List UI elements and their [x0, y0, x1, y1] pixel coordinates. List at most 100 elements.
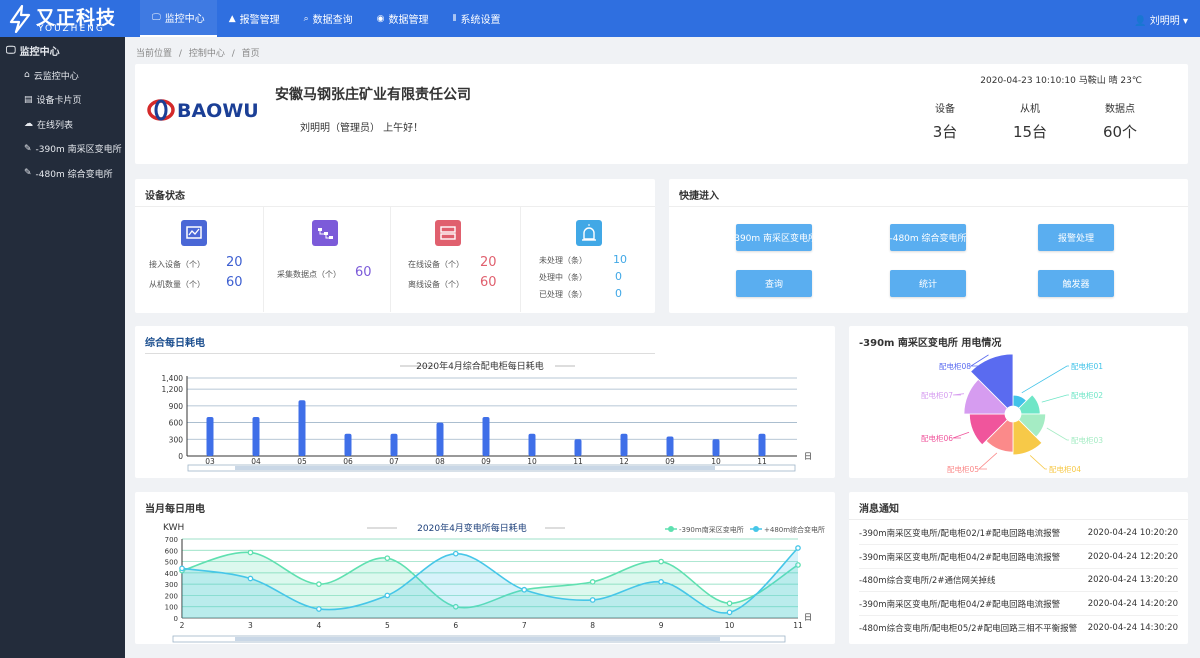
- y-tick-label: 500: [165, 559, 178, 567]
- stat-label: 未处理（条）: [539, 256, 587, 265]
- slice-label: 配电柜01: [1071, 361, 1103, 371]
- daily-consumption-panel: 综合每日耗电 2020年4月综合配电柜每日耗电 0 300 600 900 1,200 1,…: [135, 326, 835, 478]
- nav-monitor[interactable]: 🖵 监控中心: [140, 0, 217, 37]
- slice-label: 配电柜03: [1071, 435, 1103, 445]
- message-item[interactable]: -390m南采区变电所/配电柜02/1#配电回路电流报警 2020-04-24 1…: [859, 521, 1178, 545]
- data-point: [658, 579, 664, 585]
- card-icon: ▤: [24, 94, 33, 105]
- line-chart: KWH 2020年4月变电所每日耗电 -390m南采区变电所 +480m综合变电所 0 1…: [163, 522, 825, 643]
- message-text: -390m南采区变电所/配电柜04/2#配电回路电流报警: [859, 599, 1061, 610]
- quick-480m-button[interactable]: -480m 综合变电所: [889, 224, 967, 251]
- sidebar-item-480m[interactable]: ✎ -480m 综合变电所: [0, 161, 125, 186]
- y-tick-label: 400: [165, 570, 178, 578]
- x-tick-label: 7: [522, 621, 527, 630]
- nav-alarm[interactable]: ▲ 报警管理: [217, 0, 292, 37]
- slice-label: 配电柜02: [1071, 390, 1103, 400]
- stat-label: 从机: [1020, 104, 1040, 115]
- quick-390m-button[interactable]: -390m 南采区变电所: [731, 224, 817, 251]
- sidebar-header[interactable]: 🖵 监控中心: [0, 37, 125, 63]
- y-axis-label: KWH: [163, 523, 184, 533]
- user-name: 刘明明: [1149, 16, 1180, 27]
- y-tick-label: 600: [165, 547, 178, 555]
- bar: [206, 417, 214, 456]
- sidebar-item-label: -390m 南采区变电所: [35, 145, 122, 156]
- data-point: [316, 606, 322, 612]
- y-tick-label: 100: [165, 604, 178, 612]
- stat-value: 10: [613, 253, 627, 266]
- sidebar-item-online-list[interactable]: ☁ 在线列表: [0, 112, 125, 137]
- data-point: [589, 597, 596, 603]
- nav-data[interactable]: ◉ 数据管理: [365, 0, 441, 37]
- alarm-icon: ▲: [228, 13, 236, 24]
- main-nav: 🖵 监控中心 ▲ 报警管理 ⌕ 数据查询 ◉ 数据管理 ⦀ 系统设置: [140, 0, 512, 37]
- stat-value: 60: [355, 265, 372, 280]
- substation-usage-panel: -390m 南采区变电所 用电情况 配电柜01 配电柜02 配电柜03 配电柜04 配电…: [849, 326, 1188, 478]
- legend-marker: [753, 526, 759, 532]
- divider: [390, 207, 391, 312]
- message-item[interactable]: -480m综合变电所/2#通信网关掉线 2020-04-24 13:20:20: [859, 568, 1178, 592]
- sidebar: 🖵 监控中心 ⌂ 云监控中心 ▤ 设备卡片页 ☁ 在线列表 ✎ -390m 南采区变电所 …: [0, 37, 125, 658]
- nav-label: 报警管理: [239, 15, 280, 26]
- nav-settings[interactable]: ⦀ 系统设置: [441, 0, 513, 37]
- sidebar-item-cloud-monitor[interactable]: ⌂ 云监控中心: [0, 63, 125, 88]
- message-item[interactable]: -390m南采区变电所/配电柜04/2#配电回路电流报警 2020-04-24 1…: [859, 545, 1178, 569]
- slice-label: 配电柜07: [921, 390, 953, 400]
- bar: [252, 417, 260, 456]
- bar-chart: 2020年4月综合配电柜每日耗电03006009001,2001,40003 04…: [162, 360, 812, 472]
- y-tick-label: 700: [165, 536, 178, 544]
- app-logo[interactable]: 又正科技 YOUZHENG: [8, 3, 118, 35]
- datetime-weather: 2020-04-23 10:10:10 马鞍山 晴 23℃: [980, 76, 1142, 86]
- x-tick-label: 11: [793, 621, 803, 630]
- message-time: 2020-04-24 14:30:20: [1087, 623, 1178, 633]
- stat-label: 从机数量（个）: [149, 280, 205, 289]
- nav-query[interactable]: ⌕ 数据查询: [292, 0, 365, 37]
- sidebar-item-device-cards[interactable]: ▤ 设备卡片页: [0, 88, 125, 113]
- label-leader: [1021, 365, 1069, 394]
- stat-label: 采集数据点（个）: [277, 270, 341, 279]
- brand-text: BAOWU: [177, 100, 259, 122]
- y-tick-label: 1,400: [162, 374, 184, 383]
- data-point: [521, 586, 528, 593]
- divider: [669, 206, 1188, 207]
- bar: [574, 439, 582, 456]
- message-text: -390m南采区变电所/配电柜04/2#配电回路电流报警: [859, 552, 1061, 563]
- bar: [436, 422, 444, 456]
- stat-label: 数据点: [1105, 104, 1135, 115]
- label-leader: [952, 431, 970, 439]
- quick-query-button[interactable]: 查询: [736, 270, 812, 297]
- user-menu[interactable]: 👤 刘明明 ▾: [1134, 12, 1188, 27]
- quick-trigger-button[interactable]: 触发器: [1038, 270, 1114, 297]
- bar: [482, 417, 490, 456]
- divider: [520, 207, 521, 312]
- y-tick-label: 0: [174, 615, 178, 623]
- legend-marker: [668, 526, 674, 532]
- breadcrumb-item[interactable]: 首页: [242, 49, 260, 59]
- settings-icon: ⦀: [452, 13, 457, 24]
- stat-label: 离线设备（个）: [408, 280, 464, 289]
- message-item[interactable]: -480m综合变电所/配电柜05/2#配电回路三相不平衡报警 2020-04-24…: [859, 616, 1178, 640]
- x-tick-label: 3: [248, 621, 253, 630]
- brand-logo: BAOWU: [147, 96, 259, 128]
- chevron-down-icon: ▾: [1182, 16, 1188, 27]
- data-point: [795, 545, 801, 551]
- message-text: -480m综合变电所/配电柜05/2#配电回路三相不平衡报警: [859, 624, 1078, 634]
- stat-label: 接入设备（个）: [149, 260, 205, 269]
- legend-label: +480m综合变电所: [764, 525, 825, 534]
- breadcrumb-item[interactable]: 控制中心: [189, 49, 225, 59]
- quick-alarm-button[interactable]: 报警处理: [1038, 224, 1114, 251]
- x-tick-label: 2: [180, 621, 185, 630]
- y-tick-label: 200: [165, 592, 178, 600]
- quick-stats-button[interactable]: 统计: [890, 270, 966, 297]
- label-leader: [977, 452, 998, 470]
- nav-label: 数据查询: [312, 15, 353, 26]
- monthly-usage-panel: 当月每日用电 KWH 2020年4月变电所每日耗电 -390m南采区变电所 +480m…: [135, 492, 835, 644]
- bar: [712, 439, 720, 456]
- stat-label: 在线设备（个）: [408, 260, 464, 269]
- sidebar-header-label: 监控中心: [19, 46, 60, 58]
- x-axis-label: 日: [804, 452, 812, 461]
- y-tick-label: 300: [169, 435, 184, 444]
- y-tick-label: 1,200: [162, 385, 184, 394]
- message-item[interactable]: -390m南采区变电所/配电柜04/2#配电回路电流报警 2020-04-24 1…: [859, 592, 1178, 616]
- y-tick-label: 900: [169, 402, 184, 411]
- sidebar-item-390m[interactable]: ✎ -390m 南采区变电所: [0, 137, 125, 162]
